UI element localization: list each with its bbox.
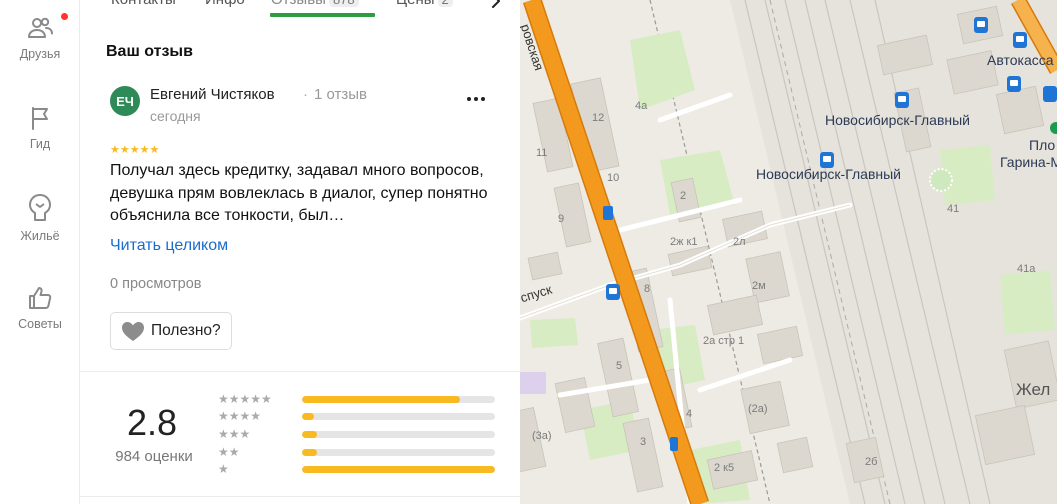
- map-label-station: Новосибирск-Главный: [825, 112, 970, 128]
- map-label-building: 2ж к1: [670, 236, 698, 248]
- map-label-building: 9: [558, 213, 565, 225]
- distribution-track: [302, 449, 495, 456]
- distribution-row-5: ★★★★★: [218, 392, 498, 406]
- distribution-row-1: ★: [218, 462, 498, 476]
- divider: [80, 371, 520, 372]
- friends-icon: [28, 17, 53, 38]
- map-label-building: 4: [686, 408, 693, 420]
- map-label-building: 12: [592, 112, 605, 124]
- distribution-track: [302, 431, 495, 438]
- map-label-building: (3а): [532, 430, 552, 442]
- review-panel: Контакты Инфо Отзывы878 Цены2 Ваш отзыв …: [80, 0, 520, 504]
- nav-label: Гид: [29, 137, 51, 151]
- map-label-building: 2б: [865, 456, 878, 468]
- review-stars: ★★★★★: [110, 144, 160, 156]
- nav-item-friends[interactable]: Друзья: [0, 12, 80, 61]
- active-tab-indicator: [270, 13, 375, 17]
- distribution-stars: ★★: [218, 445, 240, 459]
- distribution-row-4: ★★★★: [218, 409, 498, 423]
- map-label-building: 3: [640, 436, 647, 448]
- distribution-fill: [302, 396, 461, 403]
- review-date: сегодня: [150, 108, 201, 124]
- map-canvas[interactable]: [520, 0, 1057, 504]
- tab-reviews[interactable]: Отзывы878: [271, 0, 359, 8]
- map-label-building: 4а: [635, 100, 648, 112]
- flag-icon: [32, 107, 48, 130]
- map-label-building: 5: [616, 360, 623, 372]
- rating-distribution: ★★★★★ ★★★★ ★★★ ★★ ★: [218, 392, 498, 482]
- distribution-stars: ★★★★★: [218, 392, 272, 406]
- views-count: 0 просмотров: [110, 276, 202, 292]
- tab-badge: 2: [437, 0, 453, 7]
- read-more-link[interactable]: Читать целиком: [110, 237, 228, 255]
- left-nav: Друзья Гид Жильё Советы: [0, 0, 80, 504]
- more-options-icon[interactable]: [464, 92, 488, 106]
- distribution-track: [302, 413, 495, 420]
- map-label-building: (2а): [748, 403, 768, 415]
- distribution-stars: ★: [218, 462, 229, 476]
- distribution-fill: [302, 449, 318, 456]
- map-label-building: 41: [947, 203, 960, 215]
- distribution-stars: ★★★★: [218, 409, 262, 423]
- map-label-building: 10: [607, 172, 620, 184]
- heart-icon: [122, 322, 144, 341]
- avatar[interactable]: ЕЧ: [110, 86, 140, 116]
- thumb-up-icon: [29, 287, 52, 309]
- map-label-area: Жел: [1016, 380, 1051, 399]
- distribution-row-3: ★★★: [218, 427, 498, 441]
- distribution-fill: [302, 466, 495, 473]
- nav-label: Друзья: [19, 47, 61, 61]
- useful-label: Полезно?: [151, 322, 221, 339]
- nav-item-tips[interactable]: Советы: [0, 284, 80, 331]
- map-label-building: 2л: [733, 236, 746, 248]
- rating-count: 984 оценки: [115, 448, 193, 465]
- map-label-poi: Пло: [1029, 137, 1056, 153]
- author-separator: ·: [303, 86, 308, 103]
- divider: [80, 496, 520, 497]
- map-label-station: Новосибирск-Главный: [756, 166, 901, 182]
- housing-icon: [29, 194, 51, 221]
- distribution-row-2: ★★: [218, 445, 498, 459]
- nav-label: Советы: [18, 317, 62, 331]
- distribution-fill: [302, 431, 318, 438]
- tab-bar: Контакты Инфо Отзывы878 Цены2: [80, 0, 520, 27]
- tab-label: Цены: [396, 0, 435, 8]
- review-text: Получал здесь кредитку, задавал много во…: [110, 162, 488, 224]
- nav-label: Жильё: [20, 229, 60, 243]
- author-review-count: 1 отзыв: [314, 86, 368, 103]
- distribution-track: [302, 466, 495, 473]
- nav-item-housing[interactable]: Жильё: [0, 192, 80, 243]
- map-view[interactable]: ровская спуск Новосибирск-Главный Новоси…: [520, 0, 1057, 504]
- tab-label: Контакты: [111, 0, 176, 8]
- tab-contacts[interactable]: Контакты: [111, 0, 176, 8]
- tab-label: Отзывы: [271, 0, 326, 8]
- map-label-building: 2а стр 1: [703, 335, 745, 347]
- distribution-fill: [302, 413, 314, 420]
- section-title: Ваш отзыв: [106, 43, 193, 60]
- map-label-building: 2: [680, 190, 687, 202]
- map-label-building: 2м: [752, 280, 766, 292]
- tab-badge: 878: [328, 0, 359, 7]
- map-label-building: 11: [536, 147, 548, 159]
- map-label-poi: Автокасса: [987, 52, 1054, 68]
- useful-button[interactable]: Полезно?: [110, 312, 232, 350]
- map-label-building: 41а: [1017, 263, 1036, 275]
- author-name[interactable]: Евгений Чистяков: [150, 86, 275, 103]
- rating-value: 2.8: [126, 402, 178, 443]
- map-label-poi: Гарина-Ми: [1000, 154, 1057, 170]
- map-label-building: 8: [644, 283, 651, 295]
- distribution-stars: ★★★: [218, 427, 251, 441]
- tab-label: Инфо: [205, 0, 245, 8]
- tab-info[interactable]: Инфо: [205, 0, 245, 8]
- nav-item-guide[interactable]: Гид: [0, 104, 80, 151]
- distribution-track: [302, 396, 495, 403]
- chevron-right-icon[interactable]: [488, 0, 504, 9]
- notification-dot: [60, 12, 69, 21]
- tab-prices[interactable]: Цены2: [396, 0, 453, 8]
- map-label-building: 2 к5: [714, 462, 735, 474]
